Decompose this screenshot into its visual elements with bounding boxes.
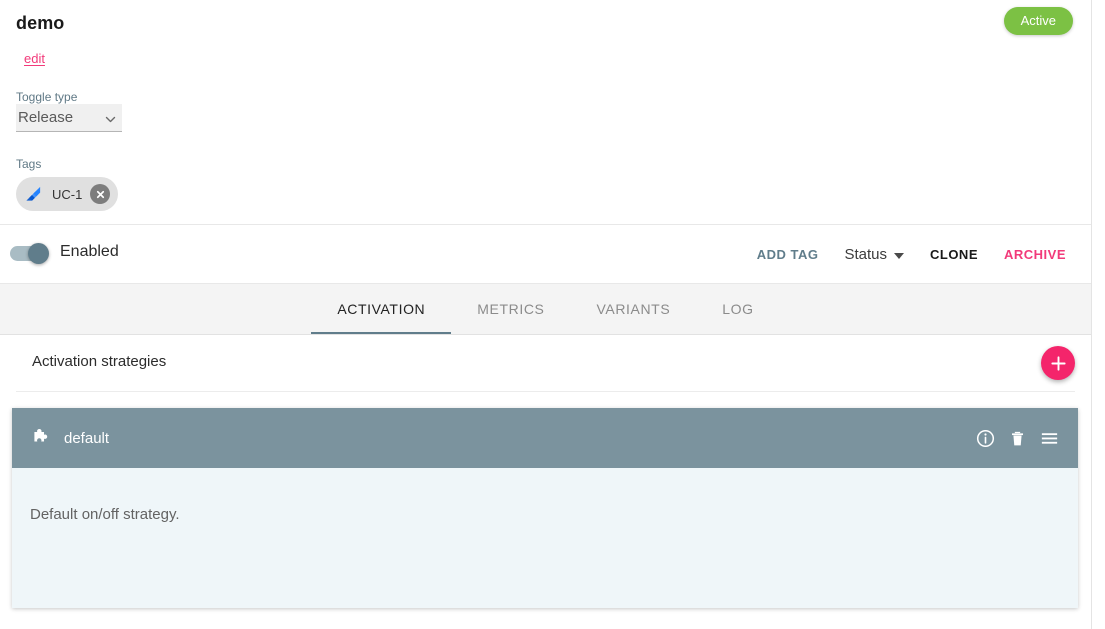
- feature-tabs: ACTIVATION METRICS VARIANTS LOG: [0, 284, 1091, 335]
- enabled-label: Enabled: [60, 243, 119, 261]
- tag-chip-label: UC-1: [52, 187, 82, 202]
- edit-link[interactable]: edit: [24, 51, 45, 66]
- status-dropdown-button[interactable]: Status: [831, 238, 917, 271]
- strategy-card: default: [12, 408, 1078, 608]
- page-title: demo: [16, 13, 64, 34]
- tag-chip[interactable]: UC-1: [16, 177, 118, 211]
- strategy-card-body: Default on/off strategy.: [12, 468, 1078, 608]
- tab-variants[interactable]: VARIANTS: [570, 284, 696, 334]
- toggle-type-select-wrap: Release: [16, 104, 122, 132]
- reorder-icon[interactable]: [1034, 423, 1064, 453]
- toolbar-actions: ADD TAG Status CLONE ARCHIVE: [744, 225, 1079, 283]
- tags-label: Tags: [16, 157, 41, 171]
- clone-button[interactable]: CLONE: [917, 239, 991, 270]
- status-badge: Active: [1004, 7, 1073, 35]
- tab-metrics[interactable]: METRICS: [451, 284, 570, 334]
- add-strategy-button[interactable]: [1041, 346, 1075, 380]
- strategy-card-header[interactable]: default: [12, 408, 1078, 468]
- app-page: demo Active edit Toggle type Release Tag…: [0, 0, 1105, 629]
- add-tag-button[interactable]: ADD TAG: [744, 239, 832, 270]
- jira-icon: [22, 183, 44, 205]
- toggle-type-select[interactable]: Release: [16, 104, 122, 132]
- page-right-gutter: [1093, 0, 1105, 629]
- caret-down-icon: [894, 246, 904, 263]
- toggle-type-label: Toggle type: [16, 90, 77, 104]
- feature-toggle-panel: demo Active edit Toggle type Release Tag…: [0, 0, 1092, 629]
- puzzle-icon: [30, 427, 52, 449]
- tab-log[interactable]: LOG: [696, 284, 779, 334]
- feature-toolbar: Enabled ADD TAG Status CLONE ARCHIVE: [0, 225, 1091, 284]
- feature-header: demo Active edit Toggle type Release Tag…: [0, 0, 1091, 225]
- section-title: Activation strategies: [32, 353, 166, 370]
- status-dropdown-label: Status: [844, 246, 887, 263]
- toggle-knob: [28, 243, 49, 264]
- strategy-name: default: [64, 430, 109, 447]
- strategy-description: Default on/off strategy.: [30, 506, 1078, 523]
- tab-activation[interactable]: ACTIVATION: [311, 284, 451, 334]
- archive-button[interactable]: ARCHIVE: [991, 239, 1079, 270]
- enabled-toggle-switch[interactable]: [10, 243, 48, 265]
- close-icon[interactable]: [90, 184, 110, 204]
- info-icon[interactable]: [970, 423, 1000, 453]
- trash-icon[interactable]: [1002, 423, 1032, 453]
- plus-icon: [1050, 355, 1067, 372]
- activation-strategies-header: Activation strategies: [16, 335, 1075, 392]
